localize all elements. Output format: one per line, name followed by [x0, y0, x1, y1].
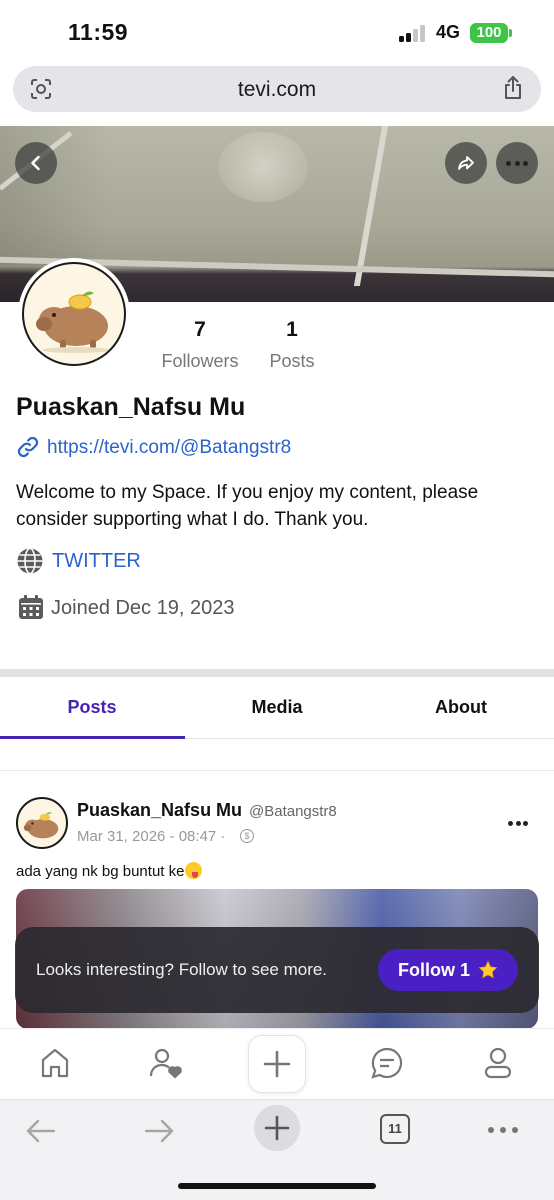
plus-icon — [264, 1115, 290, 1141]
follow-prompt-message: Looks interesting? Follow to see more. — [36, 960, 328, 979]
post-text-content: ada yang nk bg buntut ke — [16, 863, 185, 880]
posts-count: 1 — [286, 318, 298, 341]
tab-about[interactable]: About — [369, 697, 553, 718]
tab-switcher-button[interactable]: 11 — [380, 1114, 410, 1144]
calendar-icon — [19, 595, 43, 619]
browser-back-icon[interactable] — [24, 1114, 58, 1148]
follow-button[interactable]: Follow 1 — [378, 949, 518, 991]
star-icon — [478, 960, 498, 979]
battery-icon: 100 — [470, 23, 508, 43]
profile-tabs: Posts Media About — [0, 677, 554, 739]
profile-bio: Welcome to my Space. If you enjoy my con… — [16, 482, 479, 530]
user-heart-icon[interactable] — [148, 1045, 184, 1081]
back-icon — [31, 155, 40, 171]
posts-stat[interactable]: 1 Posts — [262, 318, 322, 372]
home-icon[interactable] — [37, 1045, 73, 1081]
profile-link-text[interactable]: https://tevi.com/@Batangstr8 — [47, 437, 291, 459]
followers-label: Followers — [161, 351, 239, 371]
follow-button-label: Follow 1 — [398, 960, 470, 980]
active-tab-indicator — [0, 736, 185, 739]
back-button[interactable] — [15, 142, 57, 184]
capybara-avatar-image — [23, 812, 59, 839]
post-timestamp: Mar 31, 2026 - 08:47 · — [77, 828, 226, 845]
profile-name: Puaskan_Nafsu Mu — [16, 393, 246, 421]
coin-icon: $ — [240, 829, 254, 843]
globe-icon — [17, 547, 43, 575]
post-text: ada yang nk bg buntut ke — [16, 862, 203, 880]
joined-text: Joined Dec 19, 2023 — [51, 597, 235, 619]
battery-cap — [509, 29, 512, 37]
browser-forward-icon[interactable] — [142, 1114, 176, 1148]
section-divider — [0, 669, 554, 677]
home-indicator — [178, 1183, 376, 1189]
signal-icon — [399, 24, 427, 42]
followers-count: 7 — [194, 318, 206, 341]
post-author-avatar[interactable] — [16, 797, 68, 849]
follow-prompt: Looks interesting? Follow to see more. F… — [15, 927, 539, 1013]
new-tab-button[interactable] — [254, 1105, 300, 1151]
followers-stat[interactable]: 7 Followers — [160, 318, 240, 372]
social-link[interactable]: TWITTER — [16, 547, 141, 580]
social-link-text[interactable]: TWITTER — [52, 550, 141, 573]
tab-posts[interactable]: Posts — [0, 697, 184, 718]
plus-icon — [263, 1050, 291, 1078]
address-bar[interactable]: tevi.com — [13, 66, 541, 112]
share-icon[interactable] — [501, 75, 525, 101]
app-bottom-nav — [0, 1028, 554, 1098]
browser-more-icon[interactable] — [488, 1126, 520, 1134]
divider — [0, 770, 554, 771]
share-profile-button[interactable] — [445, 142, 487, 184]
network-type: 4G — [436, 22, 461, 42]
posts-label: Posts — [269, 351, 315, 371]
capybara-avatar-image — [36, 291, 110, 353]
status-time: 11:59 — [68, 19, 129, 45]
winking-tongue-emoji-icon — [185, 862, 203, 879]
profile-icon[interactable] — [480, 1045, 516, 1081]
post-author-name[interactable]: Puaskan_Nafsu Mu — [77, 800, 242, 821]
chat-icon[interactable] — [369, 1045, 405, 1081]
status-bar: 11:59 4G 100 — [0, 0, 554, 62]
link-icon — [17, 436, 39, 458]
profile-link[interactable]: https://tevi.com/@Batangstr8 — [16, 435, 291, 461]
profile-avatar[interactable] — [18, 258, 130, 370]
create-post-button[interactable] — [248, 1035, 306, 1093]
share-icon — [458, 156, 474, 170]
joined-info: Joined Dec 19, 2023 — [18, 594, 234, 625]
more-options-button[interactable] — [496, 142, 538, 184]
tab-media[interactable]: Media — [185, 697, 369, 718]
url-text[interactable]: tevi.com — [13, 78, 541, 102]
post-more-button[interactable] — [508, 821, 528, 827]
post-author-handle[interactable]: @Batangstr8 — [249, 803, 337, 820]
